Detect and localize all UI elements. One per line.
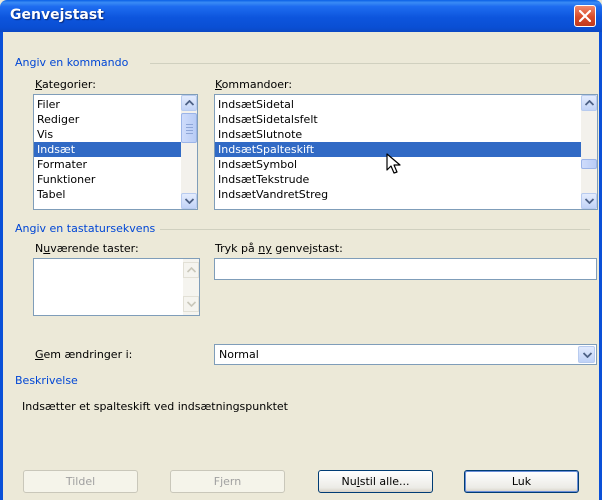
- new-shortcut-input[interactable]: [214, 258, 597, 280]
- commands-items: IndsætSidetal IndsætSidetalsfelt IndsætSlu…: [215, 95, 581, 202]
- save-changes-select[interactable]: Normal: [214, 344, 597, 365]
- command-item[interactable]: IndsætSidetal: [215, 97, 581, 112]
- commands-label: Kommandoer:: [215, 78, 293, 91]
- title-bar: Genvejstast: [0, 0, 602, 32]
- save-changes-dropdown-button[interactable]: [578, 346, 595, 363]
- commands-scroll-up[interactable]: [581, 95, 597, 111]
- reset-all-button[interactable]: Nulstil alle...: [318, 470, 433, 493]
- remove-button[interactable]: Fjern: [170, 470, 285, 493]
- category-item[interactable]: Filer: [34, 97, 197, 112]
- categories-scroll-thumb[interactable]: [181, 113, 197, 143]
- categories-scroll-down[interactable]: [181, 193, 197, 209]
- current-keys-scroll-up: [183, 262, 199, 278]
- category-item[interactable]: Indsæt: [34, 142, 197, 157]
- arrow-down-icon: [185, 198, 194, 204]
- close-icon: [579, 10, 591, 22]
- new-shortcut-label: Tryk på ny genvejstast:: [215, 242, 343, 255]
- mouse-pointer-icon: [386, 153, 401, 174]
- commands-scrollbar[interactable]: [581, 95, 597, 209]
- close-button[interactable]: [574, 5, 596, 27]
- close-dialog-button[interactable]: Luk: [464, 470, 579, 493]
- commands-scroll-down[interactable]: [581, 193, 597, 209]
- group-label-specify-keys: Angiv en tastatursekvens: [15, 222, 160, 235]
- categories-items: Filer Rediger Vis Indsæt Formater Funktioner T…: [34, 95, 197, 202]
- category-item[interactable]: Tabel: [34, 187, 197, 202]
- assign-button[interactable]: Tildel: [23, 470, 138, 493]
- current-keys-list[interactable]: [33, 258, 200, 316]
- description-text: Indsætter et spalteskift ved indsætnings…: [22, 400, 288, 413]
- category-item[interactable]: Funktioner: [34, 172, 197, 187]
- chevron-down-icon: [583, 352, 592, 358]
- command-item[interactable]: IndsætSlutnote: [215, 127, 581, 142]
- save-changes-value: Normal: [219, 348, 259, 361]
- category-item[interactable]: Vis: [34, 127, 197, 142]
- categories-scrollbar[interactable]: [181, 95, 197, 209]
- commands-listbox[interactable]: IndsætSidetal IndsætSidetalsfelt IndsætSlu…: [214, 94, 598, 210]
- save-changes-label: Gem ændringer i:: [35, 348, 133, 361]
- current-keys-scroll-down: [183, 296, 199, 312]
- current-keys-label: Nuværende taster:: [35, 242, 139, 255]
- arrow-up-icon: [185, 100, 194, 106]
- group-divider: [150, 63, 590, 64]
- command-item[interactable]: IndsætVandretStreg: [215, 187, 581, 202]
- categories-listbox[interactable]: Filer Rediger Vis Indsæt Formater Funktioner T…: [33, 94, 198, 210]
- command-item[interactable]: IndsætSidetalsfelt: [215, 112, 581, 127]
- categories-scroll-up[interactable]: [181, 95, 197, 111]
- current-keys-scrollbar: [183, 259, 199, 315]
- categories-label: Kategorier:: [35, 78, 96, 91]
- commands-scroll-thumb[interactable]: [581, 159, 597, 169]
- arrow-down-icon: [187, 301, 196, 307]
- group-label-description: Beskrivelse: [15, 374, 82, 387]
- arrow-up-icon: [585, 100, 594, 106]
- window-title: Genvejstast: [10, 7, 104, 23]
- group-divider: [160, 229, 590, 230]
- arrow-down-icon: [585, 198, 594, 204]
- category-item[interactable]: Rediger: [34, 112, 197, 127]
- category-item[interactable]: Formater: [34, 157, 197, 172]
- group-label-specify-command: Angiv en kommando: [15, 56, 133, 69]
- arrow-up-icon: [187, 267, 196, 273]
